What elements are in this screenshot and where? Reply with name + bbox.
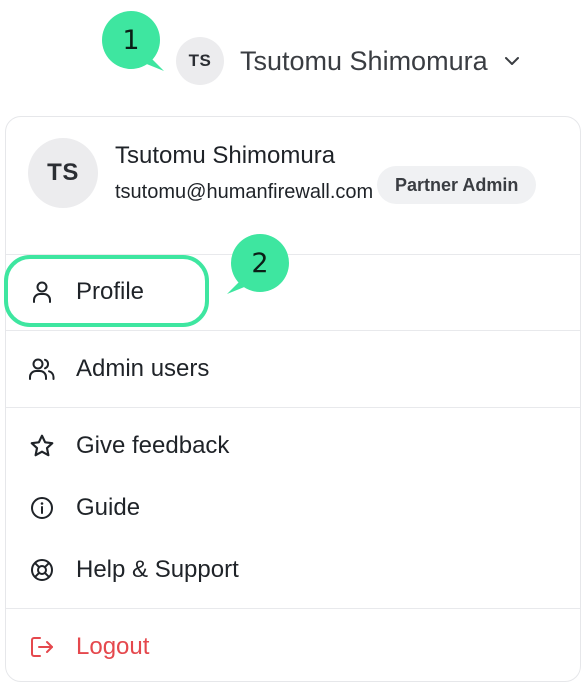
menu-item-label: Admin users	[76, 355, 210, 382]
menu-item-label: Guide	[76, 494, 141, 521]
chevron-down-icon	[502, 51, 522, 71]
star-icon	[28, 432, 56, 460]
user-full-name: Tsutomu Shimomura	[115, 142, 336, 169]
user-dropdown-menu: TS Tsutomu Shimomura tsutomu@humanfirewa…	[5, 116, 581, 682]
user-icon	[28, 278, 56, 306]
user-summary: TS Tsutomu Shimomura tsutomu@humanfirewa…	[6, 117, 580, 254]
menu-item-give-feedback[interactable]: Give feedback	[6, 418, 580, 474]
divider	[6, 254, 580, 255]
avatar-initials: TS	[188, 51, 212, 70]
menu-item-logout[interactable]: Logout	[6, 619, 580, 675]
menu-item-label: Profile	[76, 278, 145, 305]
divider	[6, 608, 580, 609]
annotation-step-2: 2	[231, 234, 289, 292]
menu-item-label: Give feedback	[76, 432, 230, 459]
user-name: Tsutomu Shimomura	[240, 45, 488, 76]
role-badge: Partner Admin	[377, 166, 537, 204]
divider	[6, 330, 580, 331]
user-email: tsutomu@humanfirewall.com	[115, 181, 374, 203]
menu-item-admin-users[interactable]: Admin users	[6, 341, 580, 397]
user-menu-trigger[interactable]: TS Tsutomu Shimomura	[176, 36, 522, 86]
menu-item-help-support[interactable]: Help & Support	[6, 542, 580, 598]
menu-item-label: Logout	[76, 633, 150, 660]
menu-item-profile[interactable]: Profile	[6, 264, 580, 320]
info-icon	[28, 494, 56, 522]
annotation-step-2-number: 2	[251, 247, 269, 279]
annotation-step-1-number: 1	[122, 24, 140, 56]
users-icon	[28, 355, 56, 383]
lifebuoy-icon	[28, 556, 56, 584]
menu-item-guide[interactable]: Guide	[6, 480, 580, 536]
divider	[6, 407, 580, 408]
annotation-step-1: 1	[102, 11, 160, 69]
logout-icon	[28, 633, 56, 661]
avatar: TS	[176, 37, 224, 85]
avatar-large: TS	[28, 138, 98, 208]
menu-item-label: Help & Support	[76, 556, 239, 583]
avatar-large-initials: TS	[47, 159, 79, 186]
role-badge-label: Partner Admin	[395, 174, 519, 195]
